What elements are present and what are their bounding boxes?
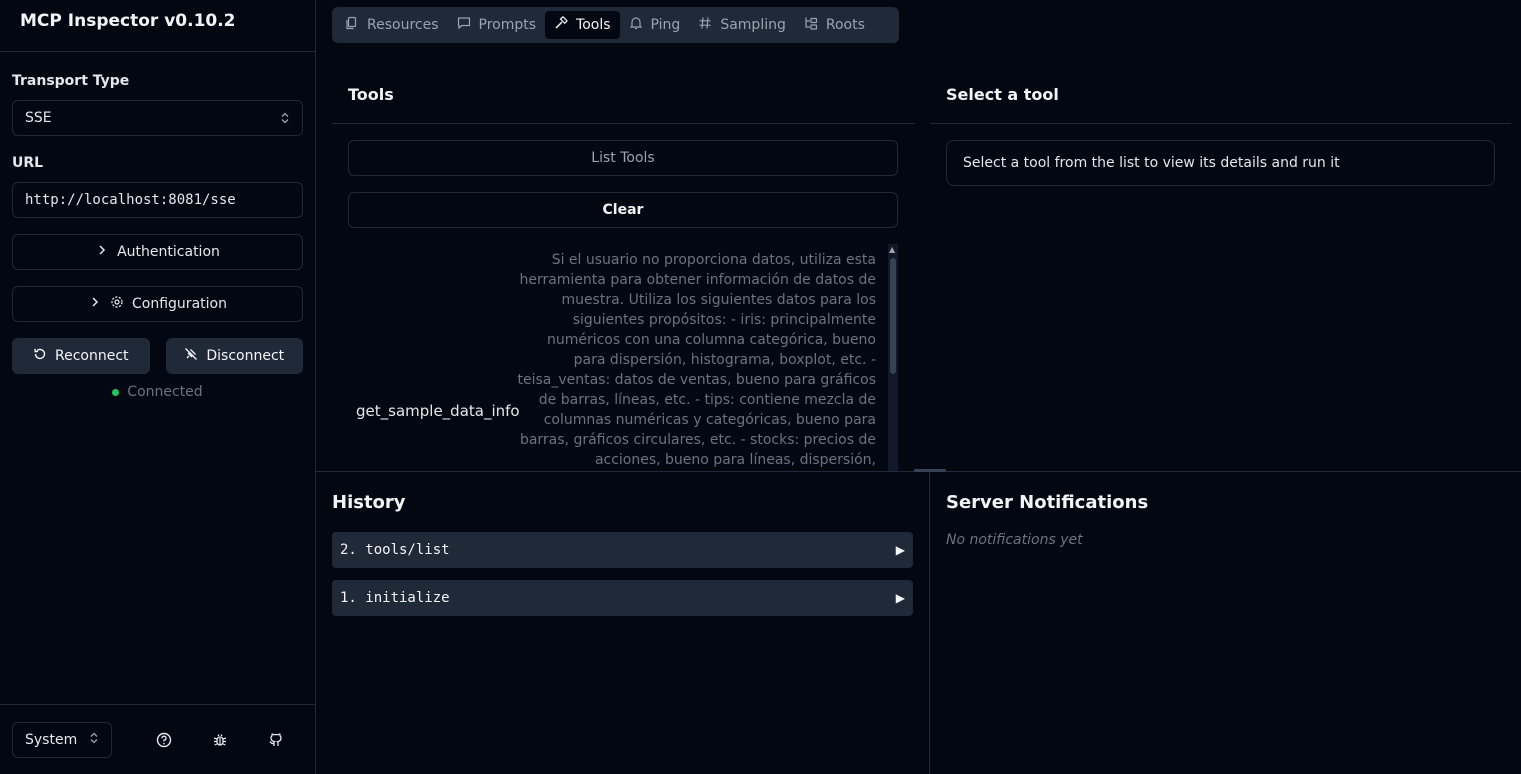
- theme-select[interactable]: System: [12, 721, 112, 758]
- bell-icon: [629, 16, 643, 34]
- chevron-right-icon: [88, 295, 102, 313]
- message-icon: [457, 16, 471, 34]
- files-icon: [345, 16, 359, 34]
- tab-tools[interactable]: Tools: [545, 11, 620, 39]
- list-tools-button[interactable]: List Tools: [348, 140, 898, 176]
- connection-status: Connected: [12, 384, 303, 400]
- scroll-up-icon[interactable]: ▲: [889, 245, 895, 254]
- no-notifications-text: No notifications yet: [946, 532, 1083, 548]
- tool-description: Si el usuario no proporciona datos, util…: [517, 252, 876, 468]
- tab-prompts[interactable]: Prompts: [448, 11, 546, 39]
- detail-header-divider: [930, 123, 1511, 124]
- disconnect-button[interactable]: Disconnect: [165, 338, 303, 374]
- history-item[interactable]: 1. initialize ▶: [332, 580, 913, 616]
- tool-detail-placeholder: Select a tool from the list to view its …: [946, 140, 1495, 186]
- tab-roots[interactable]: Roots: [795, 11, 874, 39]
- sidebar: MCP Inspector v0.10.2 Transport Type SSE…: [0, 0, 316, 774]
- bottom-panels-divider: [929, 472, 930, 774]
- tab-label: Prompts: [478, 17, 537, 33]
- tab-label: Sampling: [720, 17, 786, 33]
- chevron-right-icon: [95, 243, 109, 261]
- history-item-label: 2. tools/list: [340, 542, 450, 558]
- folder-tree-icon: [804, 16, 818, 34]
- main-tabs: Resources Prompts Tools Ping Sampling Ro…: [332, 7, 899, 43]
- reconnect-button[interactable]: Reconnect: [12, 338, 150, 374]
- authentication-label: Authentication: [117, 244, 220, 260]
- status-text: Connected: [127, 384, 203, 400]
- transport-type-select[interactable]: SSE: [12, 100, 303, 136]
- unplug-icon: [184, 347, 198, 365]
- hammer-icon: [554, 15, 568, 34]
- sidebar-header: MCP Inspector v0.10.2: [0, 0, 315, 52]
- play-arrow-icon: ▶: [895, 591, 905, 605]
- tab-label: Roots: [825, 17, 865, 33]
- rotate-ccw-icon: [33, 347, 47, 365]
- history-item-label: 1. initialize: [340, 590, 450, 606]
- settings-icon: [110, 295, 124, 313]
- github-icon[interactable]: [267, 731, 285, 749]
- reconnect-label: Reconnect: [54, 348, 129, 364]
- transport-type-value: SSE: [25, 110, 52, 126]
- history-item[interactable]: 2. tools/list ▶: [332, 532, 913, 568]
- detail-panel-title: Select a tool: [946, 85, 1059, 104]
- tools-header-divider: [332, 123, 915, 124]
- app-title: MCP Inspector v0.10.2: [20, 11, 236, 31]
- tab-label: Ping: [650, 17, 681, 33]
- tab-resources[interactable]: Resources: [336, 11, 448, 39]
- tools-panel-title: Tools: [348, 85, 394, 104]
- server-notifications-title: Server Notifications: [946, 492, 1149, 513]
- resize-handle[interactable]: [914, 469, 946, 472]
- chevrons-up-down-icon: [280, 112, 290, 124]
- scrollbar-thumb[interactable]: [890, 258, 896, 374]
- history-title: History: [332, 492, 406, 513]
- disconnect-label: Disconnect: [206, 348, 285, 364]
- chevrons-up-down-icon: [89, 732, 99, 748]
- tab-label: Resources: [367, 17, 439, 33]
- hash-icon: [698, 16, 712, 34]
- theme-value: System: [25, 731, 78, 748]
- configuration-button[interactable]: Configuration: [12, 286, 303, 322]
- transport-type-label: Transport Type: [12, 73, 130, 89]
- tab-ping[interactable]: Ping: [620, 11, 690, 39]
- tab-sampling[interactable]: Sampling: [689, 11, 795, 39]
- clear-button[interactable]: Clear: [348, 192, 898, 228]
- help-circle-icon[interactable]: [155, 731, 173, 749]
- tool-name: get_sample_data_info: [356, 402, 520, 420]
- play-arrow-icon: ▶: [895, 543, 905, 557]
- tab-label: Tools: [576, 17, 611, 33]
- url-label: URL: [12, 155, 44, 171]
- sidebar-footer: System: [0, 704, 315, 774]
- authentication-button[interactable]: Authentication: [12, 234, 303, 270]
- tool-list-scrollbar[interactable]: ▲: [888, 244, 898, 471]
- bug-icon[interactable]: [211, 731, 229, 749]
- configuration-label: Configuration: [132, 296, 227, 312]
- status-dot: [112, 388, 120, 396]
- tool-list-item[interactable]: get_sample_data_info Si el usuario no pr…: [348, 244, 898, 471]
- url-input[interactable]: http://localhost:8081/sse: [12, 182, 303, 218]
